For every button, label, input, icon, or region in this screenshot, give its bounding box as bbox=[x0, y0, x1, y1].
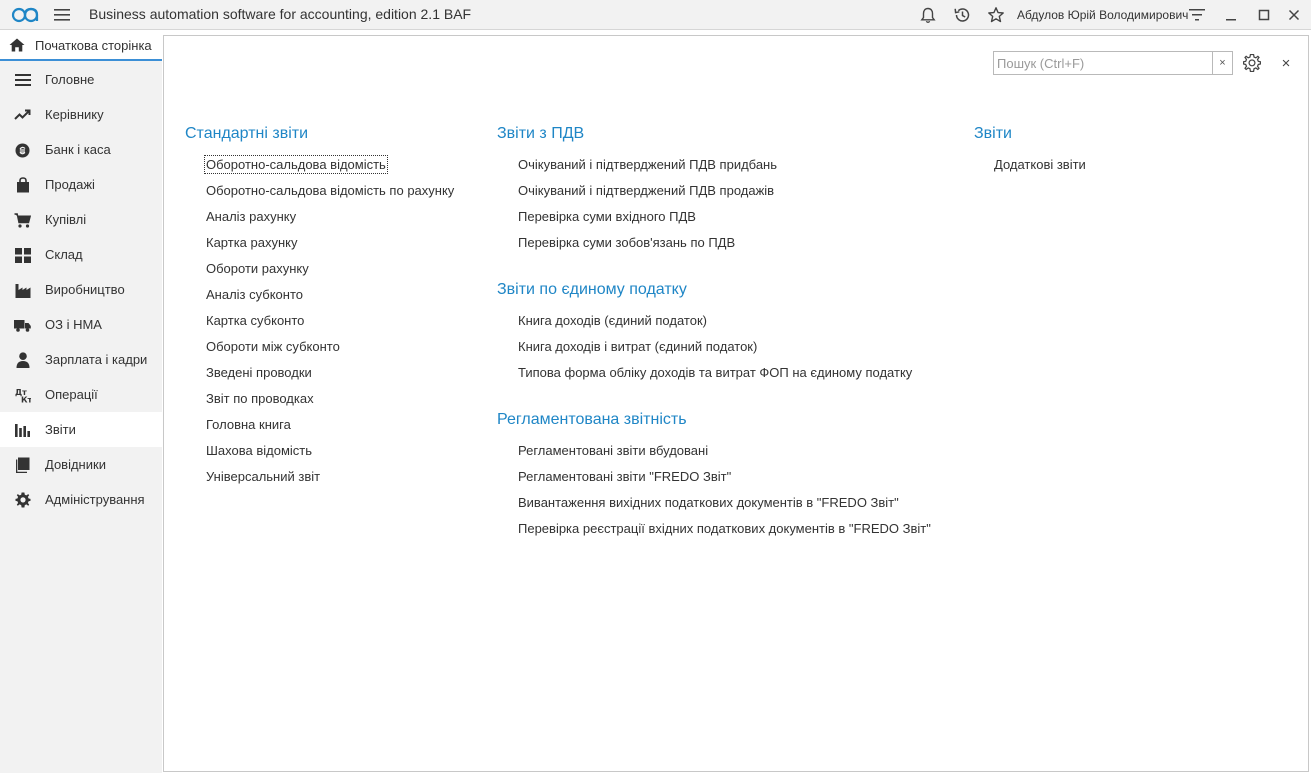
group-title-reports: Звіти bbox=[974, 125, 1012, 142]
sidebar-item-label: Виробництво bbox=[45, 282, 125, 297]
sidebar-item-operations[interactable]: Дт Кт Операції bbox=[0, 377, 162, 412]
sidebar: Початкова сторінка Головне Керівнику Бан… bbox=[0, 31, 162, 773]
sidebar-item-fixed-assets[interactable]: ОЗ і НМА bbox=[0, 307, 162, 342]
report-link[interactable]: Регламентовані звіти "FREDO Звіт" bbox=[518, 469, 731, 484]
report-link[interactable]: Оборотно-сальдова відомість bbox=[204, 155, 388, 174]
home-tab-label: Початкова сторінка bbox=[35, 38, 152, 53]
grid-icon bbox=[14, 247, 31, 263]
close-panel-button[interactable]: × bbox=[1277, 54, 1295, 72]
bar-chart-icon bbox=[14, 422, 31, 438]
report-link[interactable]: Картка рахунку bbox=[206, 235, 298, 250]
app-title: Business automation software for account… bbox=[89, 6, 472, 22]
report-link[interactable]: Перевірка суми вхідного ПДВ bbox=[518, 209, 696, 224]
operations-icon: Дт Кт bbox=[14, 387, 31, 403]
report-link[interactable]: Обороти між субконто bbox=[206, 339, 340, 354]
report-link[interactable]: Книга доходів і витрат (єдиний податок) bbox=[518, 339, 757, 354]
user-name[interactable]: Абдулов Юрій Володимирович bbox=[1017, 8, 1188, 22]
maximize-icon[interactable] bbox=[1254, 5, 1274, 25]
search-input[interactable] bbox=[994, 52, 1212, 74]
close-icon[interactable] bbox=[1284, 5, 1304, 25]
report-link[interactable]: Аналіз субконто bbox=[206, 287, 303, 302]
sidebar-item-label: Продажі bbox=[45, 177, 95, 192]
report-link[interactable]: Очікуваний і підтверджений ПДВ придбань bbox=[518, 157, 777, 172]
report-link[interactable]: Аналіз рахунку bbox=[206, 209, 296, 224]
coin-icon bbox=[14, 142, 31, 158]
group-title-vat: Звіти з ПДВ bbox=[497, 125, 585, 142]
book-icon bbox=[14, 457, 31, 473]
report-link[interactable]: Вивантаження вихідних податкових докумен… bbox=[518, 495, 899, 510]
report-link[interactable]: Типова форма обліку доходів та витрат ФО… bbox=[518, 365, 912, 380]
home-icon bbox=[9, 38, 25, 52]
title-bar: Business automation software for account… bbox=[0, 0, 1311, 30]
sidebar-item-label: ОЗ і НМА bbox=[45, 317, 102, 332]
report-link[interactable]: Очікуваний і підтверджений ПДВ продажів bbox=[518, 183, 774, 198]
report-link[interactable]: Перевірка суми зобов'язань по ПДВ bbox=[518, 235, 735, 250]
sidebar-item-label: Банк і каса bbox=[45, 142, 111, 157]
sidebar-item-label: Керівнику bbox=[45, 107, 104, 122]
report-link[interactable]: Універсальний звіт bbox=[206, 469, 320, 484]
funnel-icon[interactable] bbox=[1187, 5, 1207, 25]
sidebar-item-directories[interactable]: Довідники bbox=[0, 447, 162, 482]
report-link[interactable]: Картка субконто bbox=[206, 313, 304, 328]
bell-icon[interactable] bbox=[918, 5, 938, 25]
report-link[interactable]: Додаткові звіти bbox=[994, 157, 1086, 172]
report-link[interactable]: Обороти рахунку bbox=[206, 261, 309, 276]
factory-icon bbox=[14, 282, 31, 298]
sidebar-item-sales[interactable]: Продажі bbox=[0, 167, 162, 202]
star-icon[interactable] bbox=[986, 5, 1006, 25]
report-link[interactable]: Регламентовані звіти вбудовані bbox=[518, 443, 708, 458]
hamburger-icon[interactable] bbox=[54, 8, 70, 22]
sidebar-item-administration[interactable]: Адміністрування bbox=[0, 482, 162, 517]
report-link[interactable]: Перевірка реєстрації вхідних податкових … bbox=[518, 521, 931, 536]
truck-icon bbox=[14, 317, 31, 333]
history-icon[interactable] bbox=[952, 5, 972, 25]
sidebar-item-label: Склад bbox=[45, 247, 83, 262]
sidebar-item-manager[interactable]: Керівнику bbox=[0, 97, 162, 132]
svg-text:Кт: Кт bbox=[21, 396, 31, 404]
group-title-single-tax: Звіти по єдиному податку bbox=[497, 281, 687, 298]
gear-icon bbox=[14, 492, 31, 508]
logo-icon[interactable] bbox=[11, 6, 43, 24]
sidebar-item-main[interactable]: Головне bbox=[0, 62, 162, 97]
home-tab[interactable]: Початкова сторінка bbox=[0, 31, 162, 61]
trend-icon bbox=[14, 107, 31, 123]
report-link[interactable]: Книга доходів (єдиний податок) bbox=[518, 313, 707, 328]
minimize-icon[interactable] bbox=[1221, 5, 1241, 25]
sidebar-item-production[interactable]: Виробництво bbox=[0, 272, 162, 307]
sidebar-item-label: Головне bbox=[45, 72, 95, 87]
sidebar-item-bank[interactable]: Банк і каса bbox=[0, 132, 162, 167]
list-icon bbox=[14, 72, 31, 88]
cart-icon bbox=[14, 212, 31, 228]
group-title-standard: Стандартні звіти bbox=[185, 125, 309, 142]
sidebar-item-purchases[interactable]: Купівлі bbox=[0, 202, 162, 237]
sidebar-item-warehouse[interactable]: Склад bbox=[0, 237, 162, 272]
report-link[interactable]: Головна книга bbox=[206, 417, 291, 432]
sidebar-item-reports[interactable]: Звіти bbox=[0, 412, 162, 447]
report-link[interactable]: Зведені проводки bbox=[206, 365, 312, 380]
settings-gear-icon[interactable] bbox=[1242, 53, 1262, 73]
search-box: × bbox=[993, 51, 1233, 75]
sidebar-item-salary[interactable]: Зарплата і кадри bbox=[0, 342, 162, 377]
report-link[interactable]: Шахова відомість bbox=[206, 443, 312, 458]
reports-panel: × × Стандартні звіти Оборотно-сальдова в… bbox=[163, 35, 1309, 772]
report-link[interactable]: Звіт по проводках bbox=[206, 391, 314, 406]
sidebar-item-label: Операції bbox=[45, 387, 98, 402]
search-clear-button[interactable]: × bbox=[1212, 52, 1232, 74]
sidebar-item-label: Зарплата і кадри bbox=[45, 352, 148, 367]
sidebar-item-label: Довідники bbox=[45, 457, 106, 472]
sidebar-item-label: Купівлі bbox=[45, 212, 87, 227]
sidebar-item-label: Звіти bbox=[45, 422, 76, 437]
report-link[interactable]: Оборотно-сальдова відомість по рахунку bbox=[206, 183, 454, 198]
sidebar-item-label: Адміністрування bbox=[45, 492, 145, 507]
bag-icon bbox=[14, 177, 31, 193]
person-icon bbox=[14, 352, 31, 368]
group-title-regulated: Регламентована звітність bbox=[497, 411, 687, 428]
